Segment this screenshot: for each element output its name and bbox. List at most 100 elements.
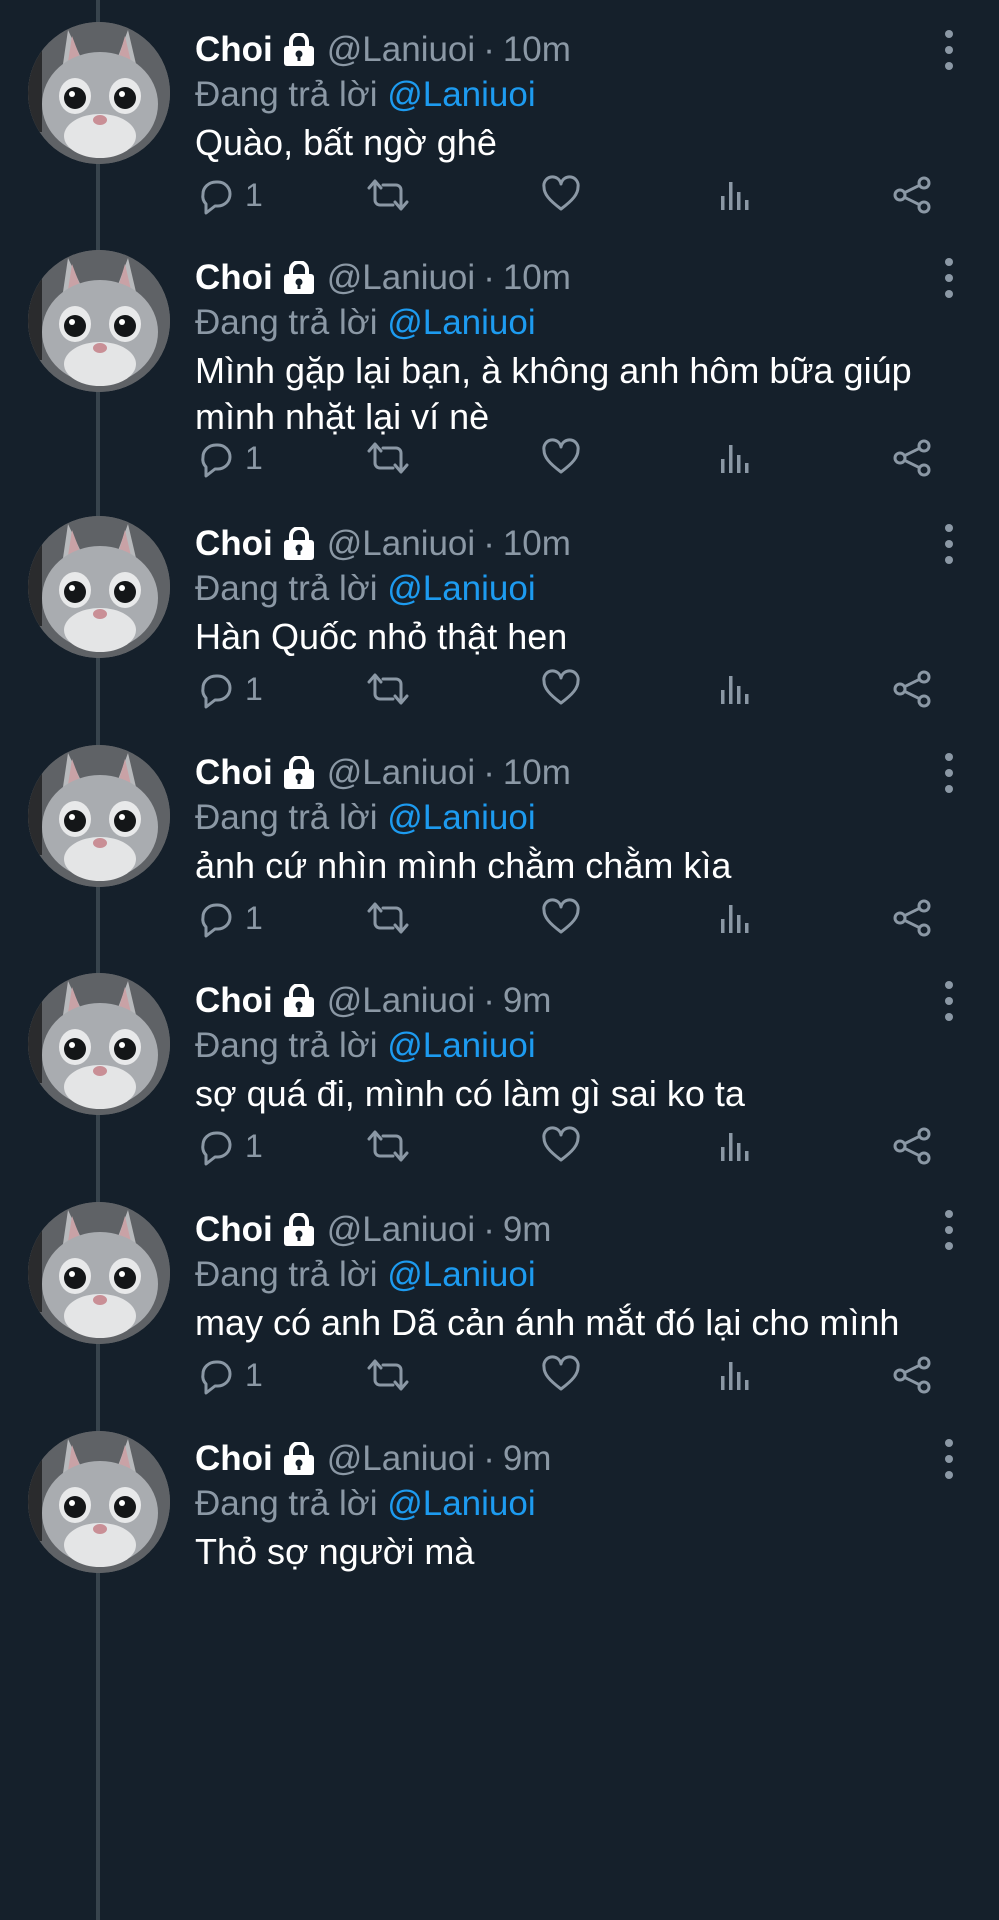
like-button[interactable] — [540, 668, 582, 710]
mention-link[interactable]: @Laniuoi — [387, 798, 535, 837]
user-handle[interactable]: @Laniuoi — [327, 1210, 475, 1250]
reply-icon — [201, 1131, 232, 1166]
display-name[interactable]: Choi — [195, 753, 273, 793]
tweet-content: Choi @Laniuoi · 9m Đang trả lời @Laniuoi — [195, 1437, 965, 1575]
more-vertical-icon[interactable] — [939, 1439, 959, 1479]
reply-count: 1 — [245, 176, 263, 213]
more-vertical-icon[interactable] — [939, 753, 959, 793]
display-name[interactable]: Choi — [195, 258, 273, 298]
user-handle[interactable]: @Laniuoi — [327, 981, 475, 1021]
share-button[interactable] — [890, 1125, 934, 1167]
share-button[interactable] — [890, 897, 934, 939]
display-name[interactable]: Choi — [195, 1439, 273, 1479]
retweet-icon — [367, 1130, 409, 1162]
replying-to: Đang trả lời @Laniuoi — [195, 1252, 965, 1298]
tweet-time[interactable]: 9m — [503, 1210, 552, 1250]
retweet-button[interactable] — [365, 897, 411, 939]
reply-button[interactable]: 1 — [195, 1125, 263, 1167]
mention-link[interactable]: @Laniuoi — [387, 1026, 535, 1065]
retweet-icon — [367, 673, 409, 705]
reply-button[interactable]: 1 — [195, 174, 263, 216]
reply-button[interactable]: 1 — [195, 1354, 263, 1396]
more-vertical-icon[interactable] — [939, 258, 959, 298]
avatar[interactable] — [28, 1202, 170, 1344]
display-name[interactable]: Choi — [195, 1210, 273, 1250]
more-vertical-icon[interactable] — [939, 30, 959, 70]
user-handle[interactable]: @Laniuoi — [327, 1439, 475, 1479]
mention-link[interactable]: @Laniuoi — [387, 303, 535, 342]
bunny-avatar-image — [28, 516, 170, 658]
like-button[interactable] — [540, 437, 582, 479]
avatar[interactable] — [28, 516, 170, 658]
user-handle[interactable]: @Laniuoi — [327, 258, 475, 298]
avatar[interactable] — [28, 1431, 170, 1573]
lock-icon — [281, 1213, 317, 1247]
user-handle[interactable]: @Laniuoi — [327, 753, 475, 793]
like-button[interactable] — [540, 174, 582, 216]
tweet-actions: 1 — [195, 897, 935, 947]
avatar[interactable] — [28, 22, 170, 164]
retweet-button[interactable] — [365, 1125, 411, 1167]
reply-icon — [201, 674, 232, 709]
retweet-button[interactable] — [365, 174, 411, 216]
avatar[interactable] — [28, 250, 170, 392]
mention-link[interactable]: @Laniuoi — [387, 1484, 535, 1523]
replying-to-label: Đang trả lời — [195, 1026, 378, 1065]
reply-button[interactable]: 1 — [195, 897, 263, 939]
lock-icon — [281, 527, 317, 561]
share-icon — [893, 1127, 931, 1165]
separator-dot: · — [483, 258, 495, 297]
avatar[interactable] — [28, 973, 170, 1115]
retweet-button[interactable] — [365, 668, 411, 710]
analytics-button[interactable] — [715, 1125, 755, 1167]
heart-icon — [542, 898, 580, 934]
like-button[interactable] — [540, 1125, 582, 1167]
analytics-button[interactable] — [715, 897, 755, 939]
share-icon — [893, 670, 931, 708]
reply-button[interactable]: 1 — [195, 437, 263, 479]
share-icon — [893, 439, 931, 477]
tweet-time[interactable]: 10m — [503, 753, 571, 793]
more-vertical-icon[interactable] — [939, 1210, 959, 1250]
analytics-button[interactable] — [715, 174, 755, 216]
mention-link[interactable]: @Laniuoi — [387, 75, 535, 114]
analytics-button[interactable] — [715, 1354, 755, 1396]
display-name[interactable]: Choi — [195, 981, 273, 1021]
analytics-button[interactable] — [715, 437, 755, 479]
mention-link[interactable]: @Laniuoi — [387, 1255, 535, 1294]
retweet-icon — [367, 442, 409, 474]
share-button[interactable] — [890, 437, 934, 479]
analytics-icon — [721, 182, 749, 210]
heart-icon — [542, 1126, 580, 1162]
tweet-time[interactable]: 10m — [503, 524, 571, 564]
user-handle[interactable]: @Laniuoi — [327, 30, 475, 70]
share-button[interactable] — [890, 1354, 934, 1396]
more-vertical-icon[interactable] — [939, 524, 959, 564]
retweet-button[interactable] — [365, 1354, 411, 1396]
more-vertical-icon[interactable] — [939, 981, 959, 1021]
reply-count: 1 — [245, 670, 263, 707]
tweet-actions: 1 — [195, 437, 935, 487]
display-name[interactable]: Choi — [195, 524, 273, 564]
like-button[interactable] — [540, 897, 582, 939]
share-button[interactable] — [890, 668, 934, 710]
reply-button[interactable]: 1 — [195, 668, 263, 710]
display-name[interactable]: Choi — [195, 30, 273, 70]
tweet-time[interactable]: 10m — [503, 30, 571, 70]
reply-icon — [201, 1360, 232, 1395]
user-handle[interactable]: @Laniuoi — [327, 524, 475, 564]
analytics-icon — [721, 676, 749, 704]
reply-count: 1 — [245, 1127, 263, 1164]
mention-link[interactable]: @Laniuoi — [387, 569, 535, 608]
like-button[interactable] — [540, 1354, 582, 1396]
avatar[interactable] — [28, 745, 170, 887]
tweet-time[interactable]: 10m — [503, 258, 571, 298]
separator-dot: · — [483, 524, 495, 563]
share-button[interactable] — [890, 174, 934, 216]
lock-icon — [281, 261, 317, 295]
retweet-button[interactable] — [365, 437, 411, 479]
tweet-time[interactable]: 9m — [503, 1439, 552, 1479]
share-icon — [893, 899, 931, 937]
tweet-time[interactable]: 9m — [503, 981, 552, 1021]
analytics-button[interactable] — [715, 668, 755, 710]
